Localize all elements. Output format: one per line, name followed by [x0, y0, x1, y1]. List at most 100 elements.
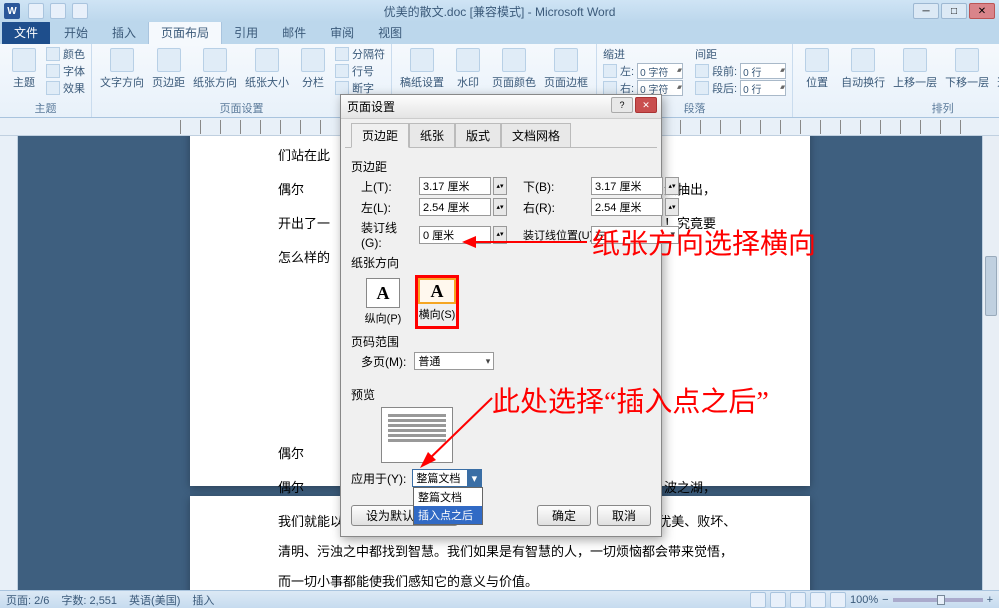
scrollbar-thumb[interactable]	[985, 256, 997, 316]
orientation-button[interactable]: 纸张方向	[191, 46, 239, 92]
ok-button[interactable]: 确定	[537, 505, 591, 526]
margins-button[interactable]: 页边距	[150, 46, 187, 92]
size-button[interactable]: 纸张大小	[243, 46, 291, 92]
indent-left[interactable]: 左:0 字符	[603, 63, 683, 79]
send-backward-button[interactable]: 下移一层	[943, 46, 991, 92]
multi-pages-label: 多页(M):	[361, 353, 406, 370]
view-outline-icon[interactable]	[810, 592, 826, 608]
view-draft-icon[interactable]	[830, 592, 846, 608]
margin-right-spinner[interactable]: ▴▾	[665, 198, 679, 216]
tab-references[interactable]: 引用	[222, 21, 270, 44]
margin-bottom-spinner[interactable]: ▴▾	[665, 177, 679, 195]
tab-home[interactable]: 开始	[52, 21, 100, 44]
gutter-pos-select[interactable]: 左	[591, 226, 679, 244]
view-web-icon[interactable]	[790, 592, 806, 608]
status-words[interactable]: 字数: 2,551	[61, 592, 117, 608]
wrap-text-button[interactable]: 自动换行	[839, 46, 887, 92]
tab-insert[interactable]: 插入	[100, 21, 148, 44]
page-color-button[interactable]: 页面颜色	[490, 46, 538, 92]
zoom-level[interactable]: 100%	[850, 594, 878, 606]
dialog-tab-paper[interactable]: 纸张	[409, 123, 455, 148]
redo-icon[interactable]	[72, 3, 88, 19]
tab-file[interactable]: 文件	[2, 21, 50, 44]
gutter-input[interactable]: 0 厘米	[419, 226, 491, 244]
dialog-tab-grid[interactable]: 文档网格	[501, 123, 571, 148]
doc-text: 怎么样的	[278, 246, 330, 271]
cancel-button[interactable]: 取消	[597, 505, 651, 526]
multi-pages-select[interactable]: 普通	[414, 352, 494, 370]
watermark-button[interactable]: 水印	[450, 46, 486, 92]
dialog-close-button[interactable]: ✕	[635, 97, 657, 113]
page-setup-dialog: 页面设置 ? ✕ 页边距 纸张 版式 文档网格 页边距 上(T): 3.17 厘…	[340, 94, 662, 537]
view-print-layout-icon[interactable]	[750, 592, 766, 608]
dialog-tab-layout[interactable]: 版式	[455, 123, 501, 148]
margin-right-input[interactable]: 2.54 厘米	[591, 198, 663, 216]
zoom-slider[interactable]	[893, 598, 983, 602]
titlebar: W 优美的散文.doc [兼容模式] - Microsoft Word ─ □ …	[0, 0, 999, 22]
apply-to-option-after-insertion[interactable]: 插入点之后	[414, 506, 482, 524]
dialog-tab-margins[interactable]: 页边距	[351, 123, 409, 148]
status-lang[interactable]: 英语(美国)	[129, 592, 180, 608]
status-page[interactable]: 页面: 2/6	[6, 592, 49, 608]
ribbon-group-arrange: 位置 自动换行 上移一层 下移一层 选择窗格 对齐 组合 旋转 排列	[793, 44, 999, 117]
close-button[interactable]: ✕	[969, 3, 995, 19]
tab-mailings[interactable]: 邮件	[270, 21, 318, 44]
apply-to-select[interactable]: 整篇文档	[412, 469, 482, 487]
maximize-button[interactable]: □	[941, 3, 967, 19]
ribbon-group-theme: 主题 颜色 字体 效果 主题	[0, 44, 92, 117]
margin-top-label: 上(T):	[361, 178, 417, 195]
apply-to-dropdown: 整篇文档 插入点之后	[413, 487, 483, 525]
doc-text: 偶尔	[278, 178, 304, 203]
undo-icon[interactable]	[50, 3, 66, 19]
margin-top-spinner[interactable]: ▴▾	[493, 177, 507, 195]
zoom-slider-thumb[interactable]	[937, 595, 945, 605]
zoom-out-button[interactable]: −	[882, 594, 888, 606]
margin-left-input[interactable]: 2.54 厘米	[419, 198, 491, 216]
tab-view[interactable]: 视图	[366, 21, 414, 44]
theme-fonts[interactable]: 字体	[46, 63, 85, 79]
margin-bottom-input[interactable]: 3.17 厘米	[591, 177, 663, 195]
margin-bottom-label: 下(B):	[523, 178, 589, 195]
selection-pane-button[interactable]: 选择窗格	[995, 46, 999, 92]
bring-forward-button[interactable]: 上移一层	[891, 46, 939, 92]
line-numbers-button[interactable]: 行号	[335, 63, 385, 79]
doc-text: 清明、污浊之中都找到智慧。我们如果是有智慧的人，一切烦恼都会带来觉悟，	[278, 540, 733, 565]
dialog-titlebar[interactable]: 页面设置 ? ✕	[341, 95, 661, 119]
tab-review[interactable]: 审阅	[318, 21, 366, 44]
doc-text: 偶尔	[278, 476, 304, 501]
themes-button[interactable]: 主题	[6, 46, 42, 92]
status-insert-mode[interactable]: 插入	[192, 592, 214, 608]
vertical-ruler[interactable]	[0, 136, 18, 590]
theme-effects[interactable]: 效果	[46, 80, 85, 96]
gutter-label: 装订线(G):	[361, 219, 417, 250]
page-borders-button[interactable]: 页面边框	[542, 46, 590, 92]
breaks-button[interactable]: 分隔符	[335, 46, 385, 62]
manuscript-button[interactable]: 稿纸设置	[398, 46, 446, 92]
preview-label: 预览	[351, 386, 651, 403]
orientation-landscape[interactable]: A 横向(S)	[415, 275, 459, 329]
doc-text: 开出了一	[278, 212, 330, 237]
minimize-button[interactable]: ─	[913, 3, 939, 19]
theme-colors[interactable]: 颜色	[46, 46, 85, 62]
zoom-in-button[interactable]: +	[987, 594, 993, 606]
space-before[interactable]: 段前:0 行	[695, 63, 786, 79]
doc-text: 波之湖，	[664, 476, 716, 501]
view-full-screen-icon[interactable]	[770, 592, 786, 608]
columns-button[interactable]: 分栏	[295, 46, 331, 92]
portrait-icon: A	[366, 278, 400, 308]
text-direction-button[interactable]: 文字方向	[98, 46, 146, 92]
preview-thumbnail	[381, 407, 453, 463]
tab-page-layout[interactable]: 页面布局	[148, 20, 222, 44]
spacing-label: 间距	[695, 46, 786, 62]
vertical-scrollbar[interactable]	[982, 136, 999, 590]
doc-text: 而一切小事都能使我们感知它的意义与价值。	[278, 570, 538, 590]
position-button[interactable]: 位置	[799, 46, 835, 92]
space-after[interactable]: 段后:0 行	[695, 80, 786, 96]
gutter-spinner[interactable]: ▴▾	[493, 226, 507, 244]
dialog-help-button[interactable]: ?	[611, 97, 633, 113]
margin-left-spinner[interactable]: ▴▾	[493, 198, 507, 216]
save-icon[interactable]	[28, 3, 44, 19]
orientation-portrait[interactable]: A 纵向(P)	[361, 275, 405, 329]
margin-top-input[interactable]: 3.17 厘米	[419, 177, 491, 195]
apply-to-option-whole[interactable]: 整篇文档	[414, 488, 482, 506]
